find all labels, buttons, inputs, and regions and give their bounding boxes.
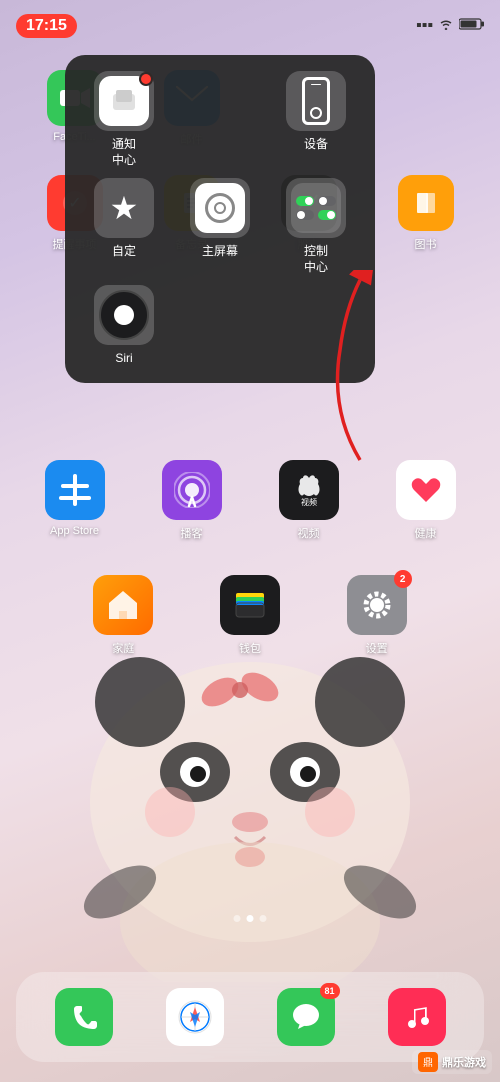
toggle-knob-1 bbox=[305, 197, 313, 205]
dock-messages[interactable]: 81 bbox=[277, 988, 335, 1046]
dock-music[interactable] bbox=[388, 988, 446, 1046]
menu-item-siri[interactable]: Siri bbox=[81, 285, 167, 367]
home-app-label: 家庭 bbox=[112, 640, 134, 656]
toggle-knob-2 bbox=[319, 197, 327, 205]
dock-phone-icon bbox=[55, 988, 113, 1046]
appletv-label: 视频 bbox=[298, 525, 320, 541]
toggle-off-2 bbox=[296, 210, 314, 220]
battery-icon bbox=[459, 17, 484, 35]
app-health[interactable]: 健康 bbox=[386, 460, 466, 541]
menu-spacer-1 bbox=[177, 71, 237, 168]
app-row-2: 家庭 钱包 2 设置 bbox=[0, 575, 500, 656]
svg-text:视频: 视频 bbox=[301, 497, 317, 507]
status-bar: 17:15 ▪▪▪ bbox=[0, 0, 500, 44]
signal-icon: ▪▪▪ bbox=[416, 17, 433, 35]
health-icon bbox=[396, 460, 456, 520]
device-label: 设备 bbox=[304, 137, 328, 153]
toggle-knob-3 bbox=[297, 211, 305, 219]
home-app-icon bbox=[93, 575, 153, 635]
home-circle-inner bbox=[214, 202, 226, 214]
customize-icon-box: ★ bbox=[94, 178, 154, 238]
star-icon: ★ bbox=[110, 189, 139, 227]
dock: 81 bbox=[16, 972, 484, 1062]
siri-icon-box bbox=[94, 285, 154, 345]
homescreen-label: 主屏幕 bbox=[202, 244, 238, 260]
dot-2 bbox=[247, 915, 254, 922]
toggle-row-1 bbox=[296, 196, 336, 206]
appstore-icon bbox=[45, 460, 105, 520]
toggle-knob-4 bbox=[327, 211, 335, 219]
app-podcasts[interactable]: 播客 bbox=[152, 460, 232, 541]
page-indicator bbox=[234, 915, 267, 922]
homescreen-icon-box bbox=[190, 178, 250, 238]
siri-icon bbox=[99, 290, 149, 340]
messages-badge: 81 bbox=[320, 983, 340, 999]
app-home[interactable]: 家庭 bbox=[83, 575, 163, 656]
homescreen-icon bbox=[195, 183, 245, 233]
watermark: 鼎 鼎乐游戏 bbox=[412, 1050, 492, 1074]
status-time: 17:15 bbox=[16, 14, 77, 38]
notification-icon-box bbox=[94, 71, 154, 131]
watermark-label: 鼎乐游戏 bbox=[442, 1054, 486, 1070]
app-row-1: App Store 播客 视频 视频 bbox=[0, 460, 500, 541]
toggle-row-2 bbox=[296, 210, 336, 220]
settings-label: 设置 bbox=[366, 640, 388, 656]
siri-label: Siri bbox=[115, 351, 132, 367]
books-icon bbox=[398, 175, 454, 231]
dot-3 bbox=[260, 915, 267, 922]
app-settings[interactable]: 2 设置 bbox=[337, 575, 417, 656]
health-label: 健康 bbox=[415, 525, 437, 541]
menu-item-customize[interactable]: ★ 自定 bbox=[81, 178, 167, 275]
device-icon-box bbox=[286, 71, 346, 131]
settings-badge: 2 bbox=[394, 570, 412, 588]
app-appstore[interactable]: App Store bbox=[35, 460, 115, 541]
siri-inner bbox=[114, 305, 134, 325]
control-center-icon bbox=[291, 183, 341, 233]
appstore-label: App Store bbox=[50, 525, 99, 537]
notification-dot bbox=[139, 72, 153, 86]
customize-label: 自定 bbox=[112, 244, 136, 260]
app-wallet[interactable]: 钱包 bbox=[210, 575, 290, 656]
device-phone-icon bbox=[302, 77, 330, 125]
toggle-on bbox=[296, 196, 314, 206]
app-books[interactable]: 图书 bbox=[391, 175, 461, 252]
podcasts-label: 播客 bbox=[181, 525, 203, 541]
dock-safari-icon bbox=[166, 988, 224, 1046]
menu-item-notification[interactable]: 通知中心 bbox=[81, 71, 167, 168]
status-icons: ▪▪▪ bbox=[416, 17, 484, 35]
watermark-logo: 鼎 bbox=[418, 1052, 438, 1072]
app-empty2 bbox=[391, 70, 461, 147]
books-label: 图书 bbox=[415, 236, 437, 252]
dock-safari[interactable] bbox=[166, 988, 224, 1046]
podcasts-icon bbox=[162, 460, 222, 520]
toggle-off bbox=[318, 196, 336, 206]
empty-icon-2 bbox=[398, 70, 454, 126]
toggle-on-2 bbox=[318, 210, 336, 220]
menu-item-homescreen[interactable]: 主屏幕 bbox=[177, 178, 263, 275]
wallet-icon bbox=[220, 575, 280, 635]
dock-phone[interactable] bbox=[55, 988, 113, 1046]
notification-center-icon bbox=[99, 76, 149, 126]
dock-music-icon bbox=[388, 988, 446, 1046]
red-arrow bbox=[310, 270, 390, 475]
control-icon-box-outer bbox=[286, 178, 346, 238]
home-circle bbox=[205, 193, 235, 223]
dock-messages-icon: 81 bbox=[277, 988, 335, 1046]
notification-label: 通知中心 bbox=[112, 137, 136, 168]
menu-item-device[interactable]: 设备 bbox=[273, 71, 359, 168]
wallet-label: 钱包 bbox=[239, 640, 261, 656]
menu-item-control[interactable]: 控制中心 bbox=[273, 178, 359, 275]
wifi-icon bbox=[438, 17, 454, 35]
dot-1 bbox=[234, 915, 241, 922]
svg-text:鼎: 鼎 bbox=[423, 1057, 433, 1069]
settings-icon: 2 bbox=[347, 575, 407, 635]
